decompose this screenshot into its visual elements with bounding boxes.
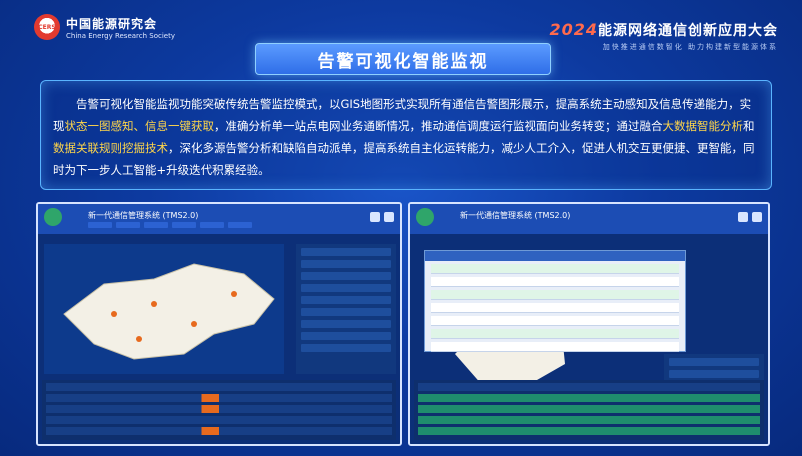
alarm-marker-icon[interactable] — [151, 301, 157, 307]
table-row[interactable] — [431, 342, 679, 352]
description-box: 告警可视化智能监视功能突破传统告警监控模式，以GIS地图形式实现所有通信告警图形… — [40, 80, 772, 190]
list-item[interactable] — [669, 358, 759, 366]
table-row[interactable] — [418, 427, 760, 435]
window-button[interactable] — [738, 212, 748, 222]
list-item[interactable] — [301, 284, 391, 292]
list-item[interactable] — [301, 296, 391, 304]
table-row[interactable] — [431, 329, 679, 339]
screenshot-dialog-view: 新一代通信管理系统 (TMS2.0) — [408, 202, 770, 446]
table-row[interactable] — [431, 303, 679, 313]
gis-map[interactable] — [44, 244, 284, 374]
slide-title: 告警可视化智能监视 — [255, 43, 551, 75]
app-tab[interactable] — [144, 222, 168, 228]
logo-text: CERS — [38, 23, 56, 31]
alarm-marker-icon[interactable] — [111, 311, 117, 317]
table-row[interactable] — [418, 405, 760, 413]
alarm-marker-icon[interactable] — [231, 291, 237, 297]
alarm-detail-dialog[interactable] — [424, 250, 686, 352]
list-item[interactable] — [669, 370, 759, 378]
list-item[interactable] — [301, 332, 391, 340]
description-text: 告警可视化智能监视功能突破传统告警监控模式，以GIS地图形式实现所有通信告警图形… — [53, 93, 761, 181]
org-name-block: 中国能源研究会 China Energy Research Society — [66, 15, 175, 40]
list-item[interactable] — [301, 320, 391, 328]
table-row[interactable] — [418, 394, 760, 402]
table-row[interactable] — [46, 416, 392, 424]
alarm-marker-icon[interactable] — [136, 336, 142, 342]
table-row[interactable] — [46, 427, 392, 435]
table-row[interactable] — [418, 416, 760, 424]
list-item[interactable] — [301, 260, 391, 268]
app-logo-icon — [416, 208, 434, 226]
app-title: 新一代通信管理系统 (TMS2.0) — [88, 211, 199, 220]
table-row[interactable] — [46, 394, 392, 402]
org-name-en: China Energy Research Society — [66, 31, 175, 40]
app-tab[interactable] — [228, 222, 252, 228]
window-button[interactable] — [370, 212, 380, 222]
conference-header: 2024能源网络通信创新应用大会 加快推进通信数智化 助力构建新型能源体系 — [549, 20, 778, 52]
dialog-header — [425, 251, 685, 261]
org-logo: CERS — [34, 14, 60, 40]
table-row[interactable] — [431, 277, 679, 287]
list-item[interactable] — [301, 344, 391, 352]
desc-highlight-1: 状态一图感知、信息一键获取 — [64, 119, 215, 133]
alarm-side-list — [296, 244, 396, 374]
desc-highlight-3: 数据关联规则挖掘技术 — [53, 141, 168, 155]
desc-highlight-2: 大数据智能分析 — [662, 119, 744, 133]
list-item[interactable] — [301, 272, 391, 280]
app-tab[interactable] — [116, 222, 140, 228]
table-row[interactable] — [431, 316, 679, 326]
alarm-table — [414, 380, 764, 440]
app-body — [410, 234, 768, 444]
org-header: CERS 中国能源研究会 China Energy Research Socie… — [34, 14, 175, 40]
app-logo-icon — [44, 208, 62, 226]
province-map-shape — [63, 263, 275, 360]
app-topbar: 新一代通信管理系统 (TMS2.0) — [38, 204, 400, 234]
screenshot-map-view: 新一代通信管理系统 (TMS2.0) — [36, 202, 402, 446]
app-tab[interactable] — [88, 222, 112, 228]
alarm-marker-icon[interactable] — [191, 321, 197, 327]
window-controls — [370, 212, 394, 222]
app-tab[interactable] — [200, 222, 224, 228]
app-title: 新一代通信管理系统 (TMS2.0) — [460, 211, 571, 220]
alarm-table — [42, 380, 396, 440]
app-tab[interactable] — [172, 222, 196, 228]
table-row[interactable] — [431, 290, 679, 300]
conference-title: 2024能源网络通信创新应用大会 — [549, 20, 778, 40]
window-button[interactable] — [752, 212, 762, 222]
list-item[interactable] — [301, 308, 391, 316]
table-row[interactable] — [46, 405, 392, 413]
list-item[interactable] — [301, 248, 391, 256]
desc-part-3: 和 — [743, 119, 755, 133]
app-body — [38, 234, 400, 444]
table-row[interactable] — [431, 264, 679, 274]
conference-year: 2024 — [549, 20, 598, 39]
org-name-cn: 中国能源研究会 — [66, 16, 158, 31]
conference-subtitle: 加快推进通信数智化 助力构建新型能源体系 — [602, 43, 778, 51]
app-tabs — [88, 222, 252, 228]
desc-part-2: ，准确分析单一站点电网业务通断情况，推动通信调度运行监视面向业务转变；通过融合 — [214, 119, 663, 133]
conference-name: 能源网络通信创新应用大会 — [598, 23, 778, 39]
table-row[interactable] — [418, 383, 760, 391]
window-controls — [738, 212, 762, 222]
table-row[interactable] — [46, 383, 392, 391]
window-button[interactable] — [384, 212, 394, 222]
app-topbar: 新一代通信管理系统 (TMS2.0) — [410, 204, 768, 234]
